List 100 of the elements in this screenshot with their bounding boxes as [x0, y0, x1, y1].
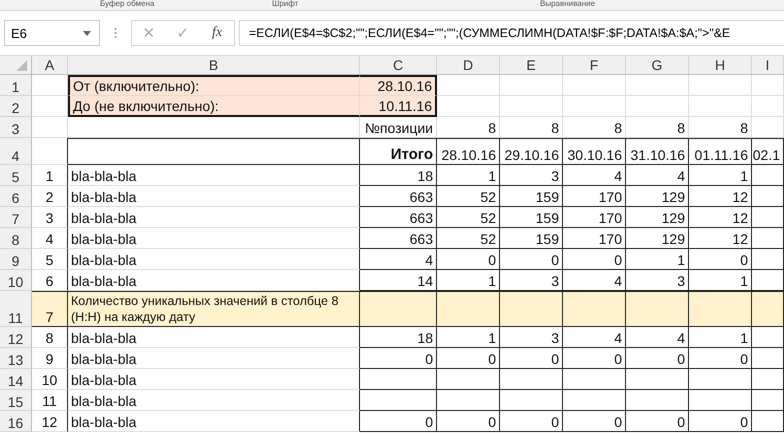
table-cell: 159 [500, 228, 563, 249]
table-cell [500, 369, 563, 390]
ribbon-group-label: Буфер обмена [100, 0, 154, 8]
table-cell: 30.10.16 [563, 138, 626, 165]
table-cell: 1 [437, 165, 500, 186]
table-cell: bla-bla-bla [68, 348, 360, 369]
column-header[interactable]: G [626, 56, 689, 74]
ribbon-group-label: Выравнивание [540, 0, 596, 8]
table-cell: bla-bla-bla [68, 228, 360, 249]
table-cell: 8 [437, 117, 500, 138]
table-cell: 1 [689, 165, 752, 186]
table-cell: 0 [437, 348, 500, 369]
table-cell: 12 [689, 186, 752, 207]
table-cell [563, 390, 626, 411]
table-cell [752, 117, 784, 138]
table-cell [752, 249, 784, 270]
column-header[interactable]: C [360, 56, 437, 74]
table-cell: 663 [360, 228, 437, 249]
row-header[interactable]: 16 [0, 411, 32, 432]
column-header[interactable]: E [500, 56, 563, 74]
table-cell [752, 96, 784, 117]
table-cell [32, 117, 68, 138]
column-header[interactable]: F [563, 56, 626, 74]
table-cell [626, 390, 689, 411]
table-cell: №позиции [360, 117, 437, 138]
table-cell: 0 [689, 249, 752, 270]
dropdown-caret-icon [83, 30, 91, 36]
table-cell: 159 [500, 207, 563, 228]
table-cell: 170 [563, 228, 626, 249]
table-cell: 28.10.16 [437, 138, 500, 165]
row-header[interactable]: 7 [0, 207, 32, 228]
table-cell: 28.10.16 [360, 75, 437, 96]
row-header[interactable]: 1 [0, 75, 32, 96]
row-header[interactable]: 5 [0, 165, 32, 186]
row-header[interactable]: 8 [0, 228, 32, 249]
table-cell [689, 75, 752, 96]
table-cell: От (включительно): [68, 75, 360, 96]
row-header[interactable]: 9 [0, 249, 32, 270]
table-cell: 3 [500, 327, 563, 348]
table-cell: 3 [32, 207, 68, 228]
table-cell [500, 390, 563, 411]
column-header[interactable]: B [68, 56, 360, 74]
table-cell: 31.10.16 [626, 138, 689, 165]
row-header[interactable]: 13 [0, 348, 32, 369]
table-cell: 01.11.16 [689, 138, 752, 165]
formula-field[interactable]: =ЕСЛИ(E$4=$C$2;"";ЕСЛИ(E$4="";"";(СУММЕСЛИМН(DATA!$F:$F;DATA!$A:$A;">"&E [239, 20, 784, 46]
column-header[interactable]: D [437, 56, 500, 74]
table-cell: 0 [437, 249, 500, 270]
table-cell: 129 [626, 186, 689, 207]
row-header[interactable]: 10 [0, 270, 32, 291]
row-header[interactable]: 14 [0, 369, 32, 390]
column-header[interactable]: H [689, 56, 752, 74]
table-cell: bla-bla-bla [68, 207, 360, 228]
table-cell: 02.1 [752, 138, 784, 165]
table-cell: bla-bla-bla [68, 390, 360, 411]
table-cell: 0 [563, 348, 626, 369]
name-box[interactable]: E6 [4, 20, 100, 46]
table-cell [752, 390, 784, 411]
table-cell [752, 186, 784, 207]
table-cell: До (не включительно): [68, 96, 360, 117]
table-cell: 10.11.16 [360, 96, 437, 117]
table-cell [500, 75, 563, 96]
table-cell: 8 [689, 117, 752, 138]
table-cell [752, 348, 784, 369]
table-cell [437, 291, 500, 327]
row-header[interactable]: 4 [0, 138, 32, 165]
table-cell: 1 [689, 327, 752, 348]
table-cell [626, 96, 689, 117]
table-cell [32, 138, 68, 165]
table-cell: 52 [437, 186, 500, 207]
table-cell: 12 [689, 207, 752, 228]
table-cell [752, 291, 784, 327]
table-cell: 18 [360, 165, 437, 186]
table-cell [500, 291, 563, 327]
table-cell [752, 327, 784, 348]
table-cell [437, 390, 500, 411]
table-cell: 4 [563, 327, 626, 348]
table-cell: 18 [360, 327, 437, 348]
row-header[interactable]: 6 [0, 186, 32, 207]
table-cell: 4 [626, 327, 689, 348]
table-cell [563, 96, 626, 117]
table-cell [563, 369, 626, 390]
table-cell: 0 [437, 411, 500, 432]
table-cell: 5 [32, 249, 68, 270]
table-cell: 0 [626, 348, 689, 369]
row-header[interactable]: 15 [0, 390, 32, 411]
table-cell: bla-bla-bla [68, 411, 360, 432]
table-cell [689, 369, 752, 390]
table-cell [752, 75, 784, 96]
table-cell [626, 291, 689, 327]
table-cell [563, 291, 626, 327]
column-header[interactable]: I [752, 56, 784, 74]
column-header[interactable]: A [32, 56, 68, 74]
row-header[interactable]: 11 [0, 291, 32, 327]
drag-handle-icon[interactable] [114, 27, 117, 39]
row-header[interactable]: 12 [0, 327, 32, 348]
table-cell: 4 [626, 165, 689, 186]
table-cell: 12 [32, 411, 68, 432]
row-header[interactable]: 3 [0, 117, 32, 138]
row-header[interactable]: 2 [0, 96, 32, 117]
